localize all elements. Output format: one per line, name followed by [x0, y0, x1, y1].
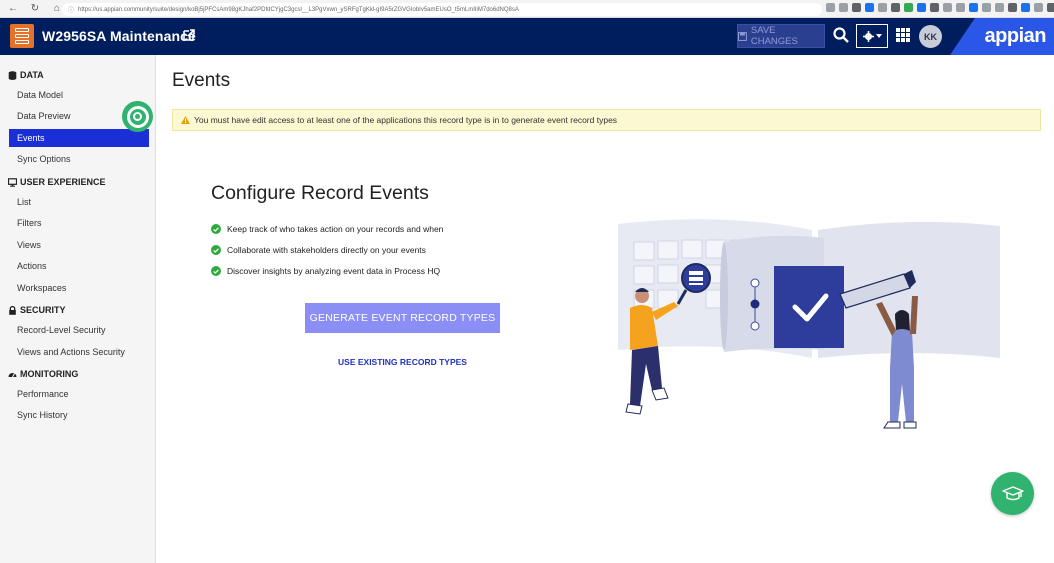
sidebar-item-events[interactable]: Events — [9, 129, 149, 147]
save-changes-button[interactable]: SAVE CHANGES — [737, 24, 825, 48]
extension-icon[interactable] — [878, 3, 887, 12]
external-link-icon[interactable] — [182, 28, 196, 42]
extension-icon[interactable] — [865, 3, 874, 12]
sidebar-section-title: USER EXPERIENCE — [20, 177, 106, 187]
extension-icon[interactable] — [839, 3, 848, 12]
monitor-icon — [8, 177, 17, 187]
extension-icon[interactable] — [982, 3, 991, 12]
gear-icon — [862, 30, 874, 42]
feature-item: Keep track of who takes action on your r… — [211, 224, 443, 234]
app-launcher-icon[interactable] — [896, 28, 910, 42]
user-avatar[interactable]: KK — [919, 25, 942, 48]
address-bar[interactable]: ⓘ https://us.appian.community/suite/desi… — [62, 3, 822, 16]
sidebar-item-filters[interactable]: Filters — [9, 214, 149, 232]
check-circle-icon — [211, 266, 221, 276]
extension-icon[interactable] — [943, 3, 952, 12]
section-heading: Configure Record Events — [211, 182, 429, 204]
extension-icon[interactable] — [995, 3, 1004, 12]
sidebar-item-list[interactable]: List — [9, 193, 149, 211]
use-existing-record-types-link[interactable]: USE EXISTING RECORD TYPES — [305, 357, 500, 367]
extension-icon[interactable] — [930, 3, 939, 12]
floppy-disk-icon — [738, 31, 747, 41]
graduation-cap-icon — [1001, 485, 1024, 500]
extension-icon[interactable] — [1008, 3, 1017, 12]
reload-icon[interactable]: ↻ — [26, 0, 44, 18]
check-circle-icon — [211, 245, 221, 255]
caret-down-icon — [875, 34, 882, 38]
extension-icon[interactable] — [1047, 3, 1054, 12]
sidebar-section-security: SECURITY — [8, 305, 66, 315]
feature-item: Discover insights by analyzing event dat… — [211, 266, 440, 276]
learning-center-button[interactable] — [991, 472, 1034, 515]
save-changes-label: SAVE CHANGES — [750, 25, 798, 47]
database-icon — [8, 70, 17, 80]
sidebar-section-title: MONITORING — [20, 369, 79, 379]
sidebar-item-actions[interactable]: Actions — [9, 257, 149, 275]
sidebar-nav: DATA Data Model Data Preview Events Sync… — [0, 55, 156, 563]
extension-icon[interactable] — [852, 3, 861, 12]
warning-banner: You must have edit access to at least on… — [172, 109, 1041, 131]
site-info-icon[interactable]: ⓘ — [68, 5, 74, 14]
check-circle-icon — [211, 224, 221, 234]
extension-icon[interactable] — [1021, 3, 1030, 12]
extension-icon[interactable] — [904, 3, 913, 12]
page-header-title: W2956SA Maintenance — [42, 28, 196, 44]
extension-icon[interactable] — [826, 3, 835, 12]
sidebar-item-views-actions-security[interactable]: Views and Actions Security — [9, 343, 149, 361]
browser-extension-icons — [826, 3, 1054, 12]
settings-menu-button[interactable] — [856, 24, 888, 48]
sidebar-section-user-experience: USER EXPERIENCE — [8, 177, 106, 187]
feature-text: Discover insights by analyzing event dat… — [227, 266, 441, 276]
page-title: Events — [172, 70, 231, 91]
extension-icon[interactable] — [891, 3, 900, 12]
warning-icon — [181, 116, 190, 124]
feature-item: Collaborate with stakeholders directly o… — [211, 245, 426, 255]
sidebar-item-views[interactable]: Views — [9, 236, 149, 254]
back-icon[interactable]: ← — [4, 0, 22, 18]
sidebar-item-sync-options[interactable]: Sync Options — [9, 150, 149, 168]
sidebar-section-title: DATA — [20, 70, 44, 80]
sidebar-item-sync-history[interactable]: Sync History — [9, 406, 149, 424]
brand-logo-text: appian — [984, 25, 1047, 47]
feature-text: Collaborate with stakeholders directly o… — [227, 245, 426, 255]
extension-icon[interactable] — [969, 3, 978, 12]
app-header: W2956SA Maintenance SAVE CHANGES KK appi… — [0, 18, 1054, 55]
sidebar-section-data: DATA — [8, 70, 44, 80]
click-target-marker — [122, 101, 153, 132]
warning-text: You must have edit access to at least on… — [194, 115, 618, 125]
sidebar-section-title: SECURITY — [20, 305, 66, 315]
sidebar-item-workspaces[interactable]: Workspaces — [9, 279, 149, 297]
extension-icon[interactable] — [1034, 3, 1043, 12]
sidebar-item-data-model[interactable]: Data Model — [9, 86, 149, 104]
extension-icon[interactable] — [956, 3, 965, 12]
browser-toolbar: ← ↻ ⌂ ⓘ https://us.appian.community/suit… — [0, 0, 1054, 18]
sidebar-section-monitoring: MONITORING — [8, 369, 78, 379]
lock-icon — [9, 305, 16, 315]
gauge-icon — [8, 372, 17, 377]
search-icon[interactable] — [832, 26, 850, 44]
events-illustration — [618, 219, 1000, 429]
sidebar-item-performance[interactable]: Performance — [9, 385, 149, 403]
brand-logo: appian — [950, 18, 1054, 55]
feature-text: Keep track of who takes action on your r… — [227, 224, 444, 234]
extension-icon[interactable] — [917, 3, 926, 12]
sidebar-item-record-level-security[interactable]: Record-Level Security — [9, 321, 149, 339]
record-type-icon — [10, 24, 34, 48]
url-text: https://us.appian.community/suite/design… — [78, 6, 519, 13]
generate-event-record-types-button[interactable]: GENERATE EVENT RECORD TYPES — [305, 303, 500, 333]
